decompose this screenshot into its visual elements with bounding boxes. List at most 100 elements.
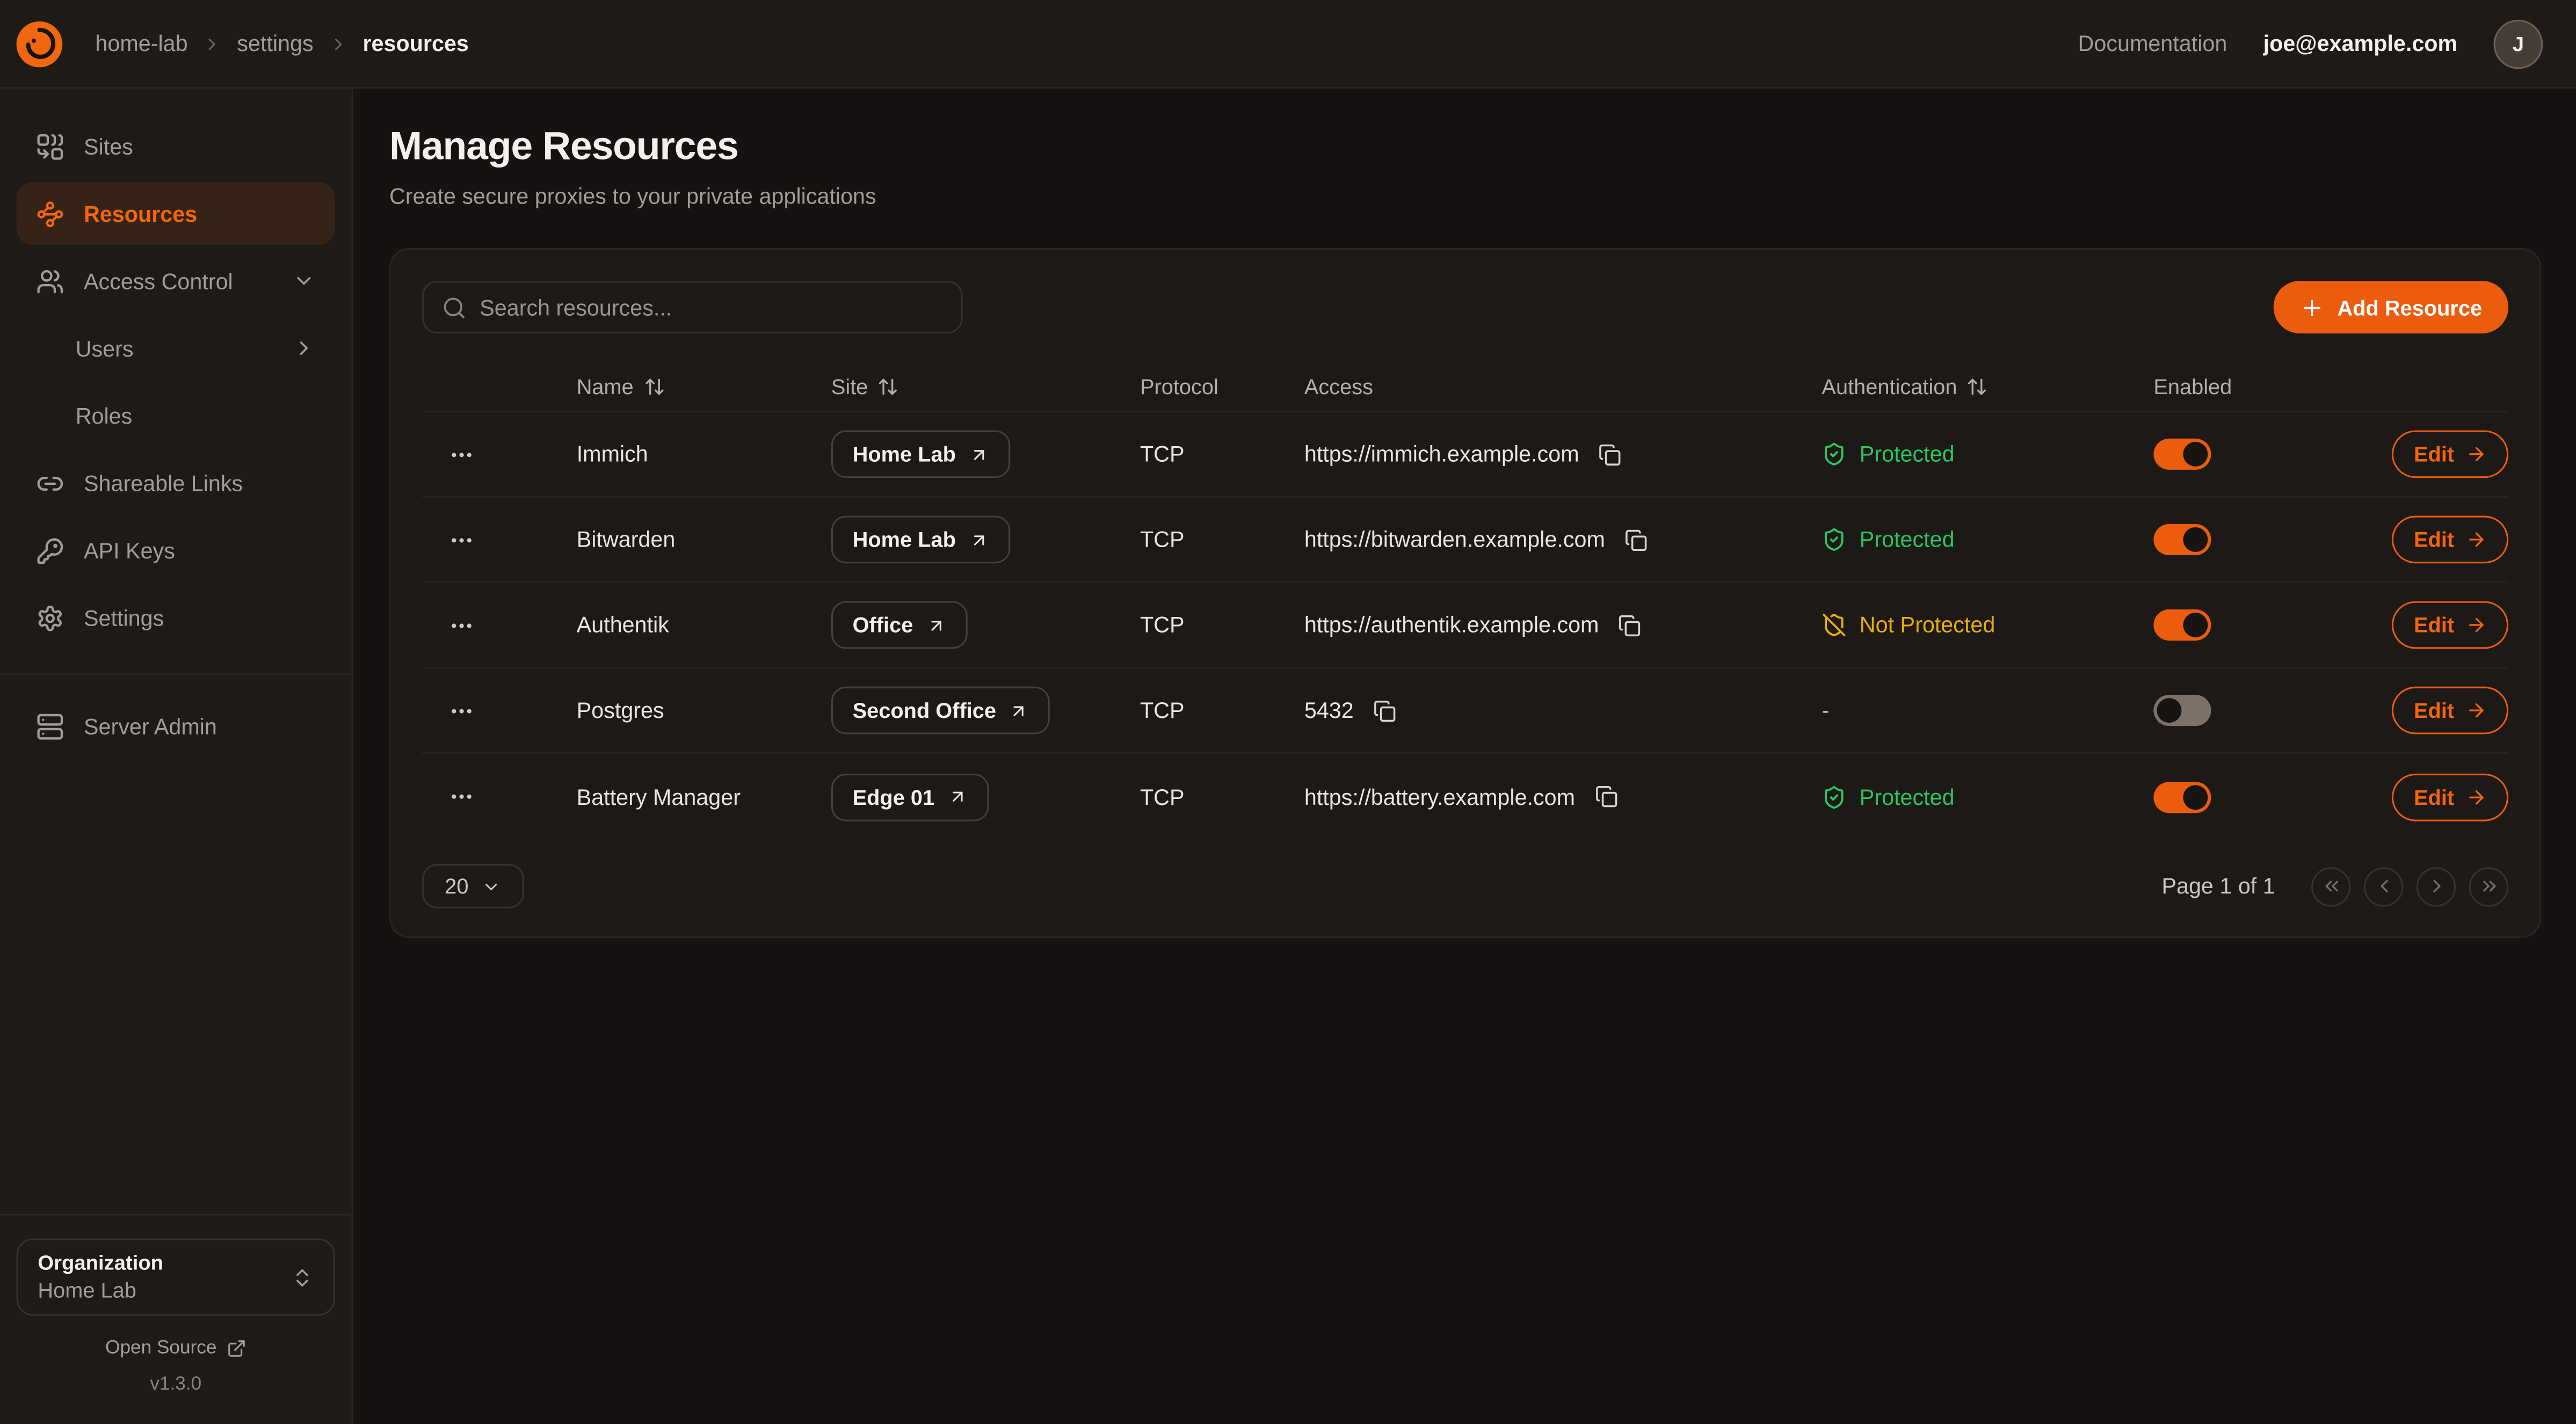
copy-icon[interactable]	[1372, 698, 1398, 724]
breadcrumb-settings[interactable]: settings	[237, 31, 313, 56]
add-resource-button[interactable]: Add Resource	[2273, 281, 2508, 333]
site-link-button[interactable]: Home Lab	[831, 516, 1010, 564]
sidebar-item-shareable-links[interactable]: Shareable Links	[17, 452, 335, 514]
arrow-right-icon	[2466, 444, 2487, 465]
last-page-button[interactable]	[2469, 867, 2508, 906]
ellipsis-icon	[448, 441, 475, 467]
sidebar-item-api-keys[interactable]: API Keys	[17, 519, 335, 582]
table-body: Immich Home Lab TCP https://immich.examp…	[422, 412, 2508, 839]
table-toolbar: Add Resource	[422, 281, 2508, 333]
edit-button[interactable]: Edit	[2392, 601, 2508, 649]
plus-icon	[2299, 295, 2324, 319]
first-page-button[interactable]	[2311, 867, 2350, 906]
enabled-toggle[interactable]	[2153, 439, 2211, 470]
app-window: home-lab settings resources Documentatio…	[0, 0, 2576, 1424]
protocol-value: TCP	[1140, 527, 1304, 552]
edit-button[interactable]: Edit	[2392, 516, 2508, 564]
row-menu-button[interactable]	[445, 608, 478, 641]
copy-icon[interactable]	[1597, 441, 1623, 467]
sidebar-item-label: Roles	[76, 403, 133, 428]
copy-icon[interactable]	[1617, 612, 1643, 638]
sites-icon	[36, 132, 64, 160]
avatar[interactable]: J	[2494, 19, 2543, 68]
chevrons-up-down-icon	[291, 1266, 314, 1289]
breadcrumb-org[interactable]: home-lab	[95, 31, 187, 56]
ellipsis-icon	[448, 526, 475, 553]
table-row: Bitwarden Home Lab TCP https://bitwarden…	[422, 498, 2508, 583]
column-header-name[interactable]: Name	[577, 374, 665, 399]
sidebar-item-resources[interactable]: Resources	[17, 183, 335, 245]
row-menu-button[interactable]	[445, 523, 478, 556]
enabled-toggle[interactable]	[2153, 781, 2211, 812]
search-box	[422, 281, 962, 333]
key-icon	[36, 536, 64, 564]
previous-page-button[interactable]	[2364, 867, 2403, 906]
edit-button[interactable]: Edit	[2392, 773, 2508, 820]
search-input[interactable]	[480, 295, 943, 319]
arrow-up-right-icon	[926, 615, 946, 635]
sidebar-item-roles[interactable]: Roles	[17, 384, 335, 447]
auth-badge: Protected	[1822, 527, 1954, 552]
site-link-button[interactable]: Home Lab	[831, 430, 1010, 478]
app-logo-icon[interactable]	[13, 17, 66, 70]
site-link-button[interactable]: Second Office	[831, 687, 1050, 735]
sidebar-item-sites[interactable]: Sites	[17, 115, 335, 177]
server-icon	[36, 712, 64, 740]
page-subtitle: Create secure proxies to your private ap…	[389, 184, 2541, 209]
main-content: Manage Resources Create secure proxies t…	[353, 89, 2576, 1424]
sort-icon	[1967, 376, 1989, 398]
access-value: https://battery.example.com	[1304, 784, 1575, 809]
chevron-down-icon	[482, 876, 502, 896]
organization-selector[interactable]: Organization Home Lab	[17, 1238, 335, 1316]
open-source-link[interactable]: Open Source	[17, 1339, 335, 1358]
edit-label: Edit	[2414, 784, 2454, 809]
edit-button[interactable]: Edit	[2392, 687, 2508, 735]
table-row: Immich Home Lab TCP https://immich.examp…	[422, 412, 2508, 498]
access-value: 5432	[1304, 698, 1354, 723]
enabled-toggle[interactable]	[2153, 609, 2211, 641]
site-name: Home Lab	[853, 527, 956, 552]
row-menu-button[interactable]	[445, 780, 478, 813]
top-header: home-lab settings resources Documentatio…	[0, 0, 2576, 89]
auth-badge: Protected	[1822, 784, 1954, 809]
sidebar-item-label: API Keys	[84, 538, 175, 563]
page-size-select[interactable]: 20	[422, 864, 524, 909]
protocol-value: TCP	[1140, 613, 1304, 637]
column-header-site[interactable]: Site	[831, 374, 899, 399]
enabled-toggle[interactable]	[2153, 695, 2211, 726]
enabled-toggle[interactable]	[2153, 524, 2211, 555]
sidebar-item-label: Users	[76, 336, 134, 361]
edit-button[interactable]: Edit	[2392, 430, 2508, 478]
table-header-row: Name Site	[422, 363, 2508, 412]
sidebar-item-server-admin[interactable]: Server Admin	[17, 695, 335, 757]
site-name: Office	[853, 613, 913, 637]
copy-icon[interactable]	[1593, 783, 1620, 810]
shield-check-icon	[1822, 527, 1846, 552]
row-menu-button[interactable]	[445, 694, 478, 726]
chevrons-left-icon	[2320, 875, 2342, 897]
breadcrumb-resources[interactable]: resources	[362, 31, 468, 56]
resources-panel: Add Resource Name	[389, 248, 2541, 938]
auth-label: Protected	[1860, 527, 1955, 552]
ellipsis-icon	[448, 783, 475, 810]
access-value: https://bitwarden.example.com	[1304, 527, 1605, 552]
sidebar-item-access-control[interactable]: Access Control	[17, 250, 335, 312]
gear-icon	[36, 604, 64, 631]
arrow-up-right-icon	[969, 444, 989, 464]
column-header-authentication[interactable]: Authentication	[1822, 374, 1988, 399]
user-email[interactable]: joe@example.com	[2263, 31, 2458, 56]
auth-badge: Not Protected	[1822, 613, 1995, 637]
arrow-up-right-icon	[948, 787, 968, 807]
next-page-button[interactable]	[2417, 867, 2456, 906]
site-link-button[interactable]: Edge 01	[831, 773, 989, 820]
sort-icon	[878, 376, 899, 398]
row-menu-button[interactable]	[445, 438, 478, 470]
column-header-enabled: Enabled	[2153, 374, 2377, 399]
documentation-link[interactable]: Documentation	[2078, 31, 2227, 56]
site-link-button[interactable]: Office	[831, 601, 967, 649]
auth-label: Not Protected	[1860, 613, 1996, 637]
copy-icon[interactable]	[1623, 526, 1650, 553]
chevron-right-icon	[2426, 875, 2447, 897]
sidebar-item-settings[interactable]: Settings	[17, 586, 335, 649]
sidebar-item-users[interactable]: Users	[17, 317, 335, 379]
